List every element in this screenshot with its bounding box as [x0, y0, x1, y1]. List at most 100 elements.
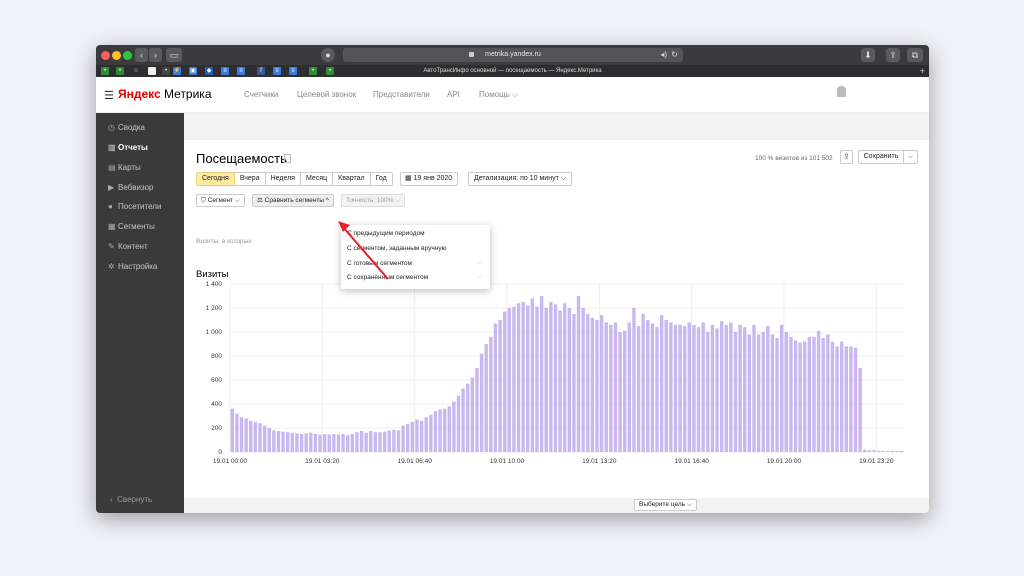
chart-bar [830, 341, 835, 452]
menu-item-ready-segment[interactable]: С готовым сегментом [347, 260, 412, 267]
main-content: Посещаемость 100 % визитов из 101 502 ⇪ … [184, 113, 929, 513]
chart-bar [484, 344, 488, 452]
chart-bar [752, 324, 756, 452]
chart-bar [392, 429, 396, 452]
bell-icon[interactable] [837, 86, 846, 97]
sidebar-item-visitors[interactable]: ● Посетители [108, 202, 161, 211]
star-icon[interactable]: ☆ [132, 67, 140, 75]
chart-bar [669, 322, 673, 452]
tabs-overview-icon[interactable]: ⧉ [907, 48, 923, 62]
chart-bar [590, 317, 595, 452]
back-icon[interactable]: ‹ [135, 48, 148, 62]
chart-bar [498, 320, 502, 452]
sidebar-item-webvisor[interactable]: ▶ Вебвизор [108, 183, 153, 192]
chart-bar [244, 418, 248, 452]
chart-bar [350, 434, 355, 452]
chart-bar [475, 368, 479, 452]
favorite-icon[interactable]: + [101, 67, 109, 75]
goal-select-button[interactable]: Выберите цель ⌵ [634, 499, 697, 511]
chart-bar [502, 311, 507, 452]
chart-bar [646, 320, 650, 452]
favorite-icon[interactable]: • [162, 67, 170, 75]
sidebar-toggle-icon[interactable]: ▭ [166, 48, 182, 62]
chart-bar [627, 322, 632, 452]
sidebar-item-segments[interactable]: ▦ Сегменты [108, 222, 155, 231]
new-tab-icon[interactable]: + [920, 65, 925, 77]
close-window-icon[interactable] [101, 51, 110, 60]
sidebar-item-maps[interactable]: ▤ Карты [108, 163, 141, 172]
collapse-button[interactable]: ‹ Свернуть [110, 495, 152, 504]
zoom-window-icon[interactable] [123, 51, 132, 60]
sidebar-item-reports[interactable]: ▥ Отчеты [108, 143, 148, 152]
favorite-icon[interactable]: ◆ [205, 67, 213, 75]
chart-bar [618, 332, 622, 452]
privacy-icon[interactable]: ● [321, 48, 335, 62]
chart-bar [890, 450, 895, 452]
facebook-icon[interactable]: f [257, 67, 265, 75]
logo[interactable]: Яндекс Метрика [118, 87, 212, 101]
chart-bar [558, 310, 562, 452]
bar-chart-icon: ▥ [108, 143, 116, 152]
nav-api[interactable]: API [447, 90, 460, 99]
menu-item-manual-segment[interactable]: С сегментом, заданным вручную [347, 245, 446, 252]
chart-bar [396, 430, 401, 452]
chart-bar [359, 431, 364, 452]
favorite-icon[interactable]: + [326, 67, 334, 75]
chart-bar [853, 347, 858, 452]
sidebar-item-settings[interactable]: ✲ Настройка [108, 262, 157, 271]
favorite-icon[interactable]: ≡ [289, 67, 297, 75]
chart-bar [489, 336, 493, 452]
chart-bar [442, 408, 447, 452]
chart-bar [419, 420, 424, 452]
chart-bar [715, 328, 719, 452]
chart-bar [706, 332, 710, 452]
chart-bar [816, 330, 821, 452]
chart-bar [438, 409, 442, 452]
forward-icon[interactable]: › [149, 48, 162, 62]
menu-icon[interactable]: ☰ [104, 89, 114, 102]
reload-icon[interactable]: ↻ [671, 48, 678, 62]
chart-bar [613, 322, 618, 452]
download-icon[interactable]: ⬇ [861, 48, 875, 62]
favorite-icon[interactable] [148, 67, 156, 75]
nav-help[interactable]: Помощь ⌵ [479, 90, 518, 100]
sidebar-item-label: Карты [118, 163, 141, 172]
sidebar-item-label: Сводка [118, 123, 146, 132]
favorite-icon[interactable]: ≡ [221, 67, 229, 75]
favorite-icon[interactable]: ▣ [189, 67, 197, 75]
nav-counters[interactable]: Счетчики [244, 90, 278, 99]
chart-bar [599, 315, 604, 452]
chart-bar [516, 303, 521, 452]
y-tick-label: 1 000 [206, 329, 223, 336]
chart-bar [521, 302, 525, 452]
chart-bar [784, 332, 788, 452]
person-icon: ● [108, 202, 113, 211]
chart-bar [641, 314, 645, 452]
chart-bar [886, 450, 890, 452]
favorite-icon[interactable]: ≡ [273, 67, 281, 75]
chart-bar [604, 322, 608, 452]
chart-bar [272, 430, 276, 452]
chart-bar [743, 327, 747, 452]
favorite-icon[interactable]: ⚡ [173, 67, 181, 75]
chart-bar [622, 330, 627, 452]
nav-representatives[interactable]: Представители [373, 90, 430, 99]
minimize-window-icon[interactable] [112, 51, 121, 60]
chart-bar [290, 432, 295, 452]
favorite-icon[interactable]: ≡ [237, 67, 245, 75]
speaker-icon[interactable]: ◂) [660, 48, 667, 62]
chart-bar [318, 434, 322, 452]
address-bar[interactable]: metrika.yandex.ru ◂) ↻ [343, 48, 683, 62]
favorite-icon[interactable]: + [116, 67, 124, 75]
favorite-icon[interactable]: + [309, 67, 317, 75]
share-icon[interactable]: ⇪ [886, 48, 900, 62]
sidebar-item-label: Вебвизор [118, 183, 154, 192]
sidebar-item-content[interactable]: ✎ Контент [108, 242, 148, 251]
chart-bar [549, 302, 553, 452]
chart-bar [526, 305, 530, 452]
chart-bar [756, 334, 761, 452]
menu-item-saved-segment[interactable]: С сохранённым сегментом [347, 274, 428, 281]
menu-item-previous-period[interactable]: С предыдущим периодом [347, 230, 425, 237]
sidebar-item-summary[interactable]: ◷ Сводка [108, 123, 145, 132]
nav-target-call[interactable]: Целевой звонок [297, 90, 356, 99]
